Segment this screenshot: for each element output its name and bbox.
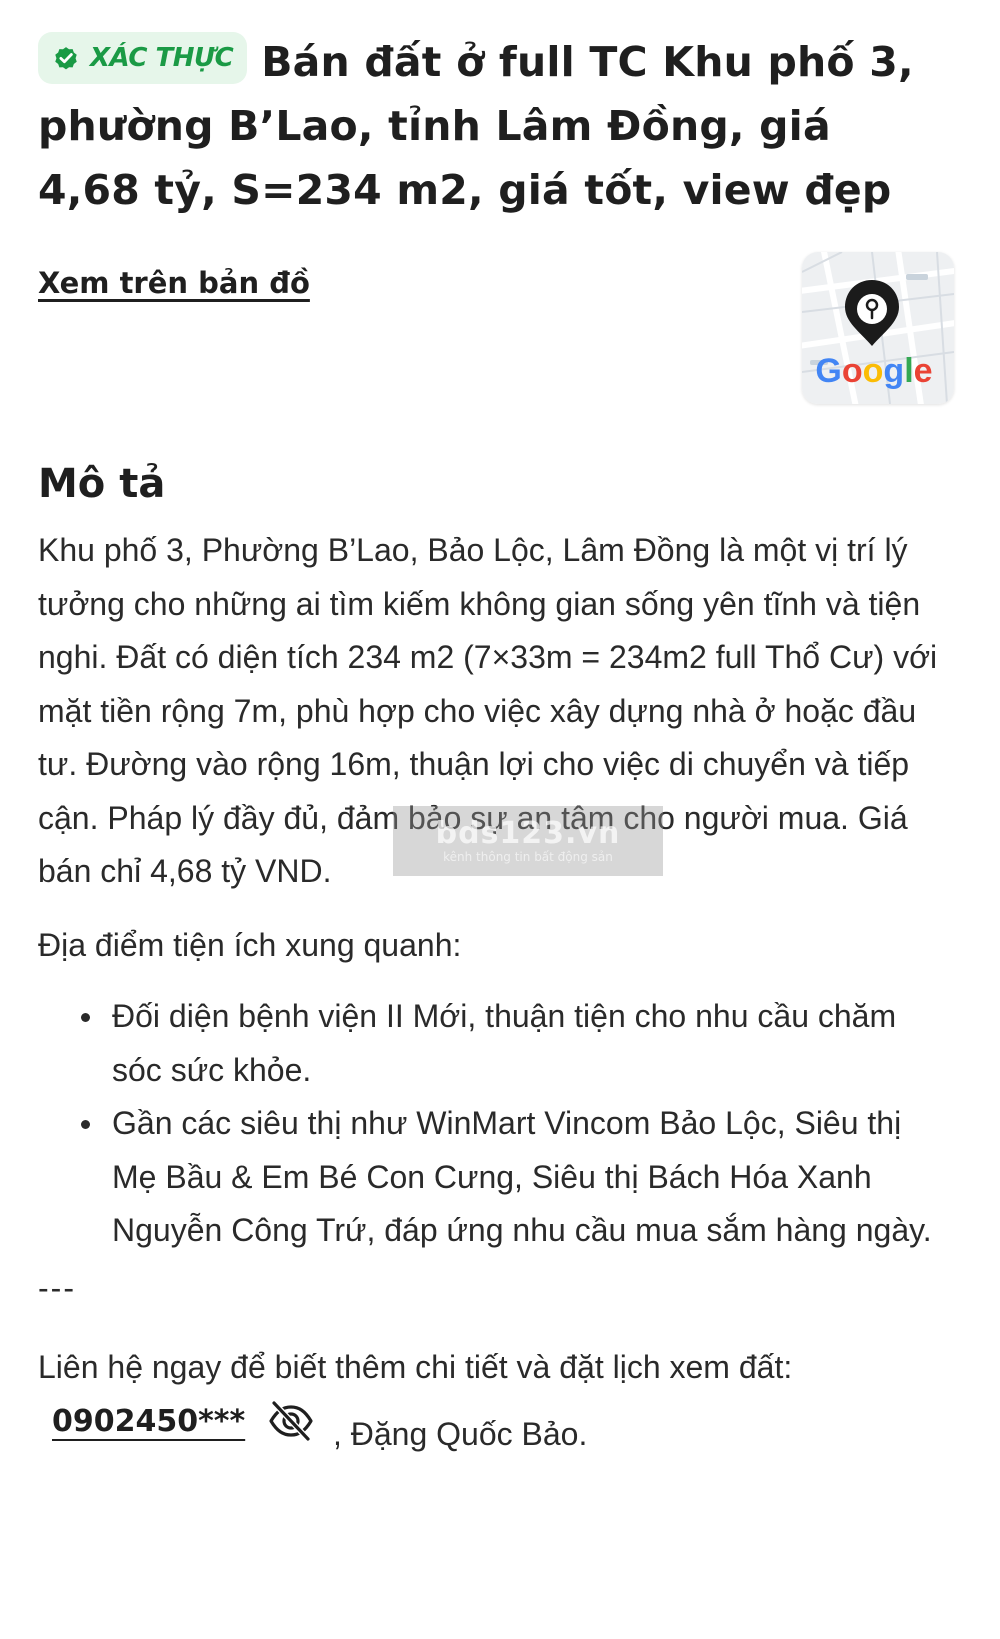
bullet-icon [81,1120,90,1129]
description-block: Khu phố 3, Phường B’Lao, Bảo Lộc, Lâm Đồ… [38,524,938,899]
separator: --- [38,1269,76,1306]
amenity-text: Đối diện bệnh viện II Mới, thuận tiện ch… [112,998,897,1088]
amenity-text: Gần các siêu thị như WinMart Vincom Bảo … [112,1105,932,1248]
map-thumbnail-image: Google [802,252,954,404]
view-on-map-link[interactable]: Xem trên bản đồ [38,266,310,300]
contact-line: Liên hệ ngay để biết thêm chi tiết và đặ… [38,1341,938,1461]
bullet-icon [81,1013,90,1022]
map-thumb-brand: Google [815,352,932,390]
eye-off-icon[interactable] [268,1400,314,1441]
list-item: Đối diện bệnh viện II Mới, thuận tiện ch… [81,990,938,1097]
contact-suffix: , Đặng Quốc Bảo. [332,1415,588,1452]
contact-prefix: Liên hệ ngay để biết thêm chi tiết và đặ… [38,1349,793,1385]
description-heading: Mô tả [38,461,166,507]
amenities-heading: Địa điểm tiện ích xung quanh: [38,926,462,963]
listing-page: XÁC THỰC Bán đất ở full TC Khu phố 3, ph… [0,0,1000,1639]
phone-number-link[interactable]: 0902450*** [52,1404,245,1439]
map-thumbnail[interactable]: Google [802,252,954,404]
verified-check-icon [55,47,77,70]
listing-title-block: XÁC THỰC Bán đất ở full TC Khu phố 3, ph… [38,30,938,222]
description-paragraph: Khu phố 3, Phường B’Lao, Bảo Lộc, Lâm Đồ… [38,532,938,889]
verified-badge: XÁC THỰC [38,32,248,84]
verified-label: XÁC THỰC [90,43,234,73]
amenities-list: Đối diện bệnh viện II Mới, thuận tiện ch… [38,990,938,1258]
map-row: Xem trên bản đồ Google [38,252,954,452]
list-item: Gần các siêu thị như WinMart Vincom Bảo … [81,1097,938,1258]
